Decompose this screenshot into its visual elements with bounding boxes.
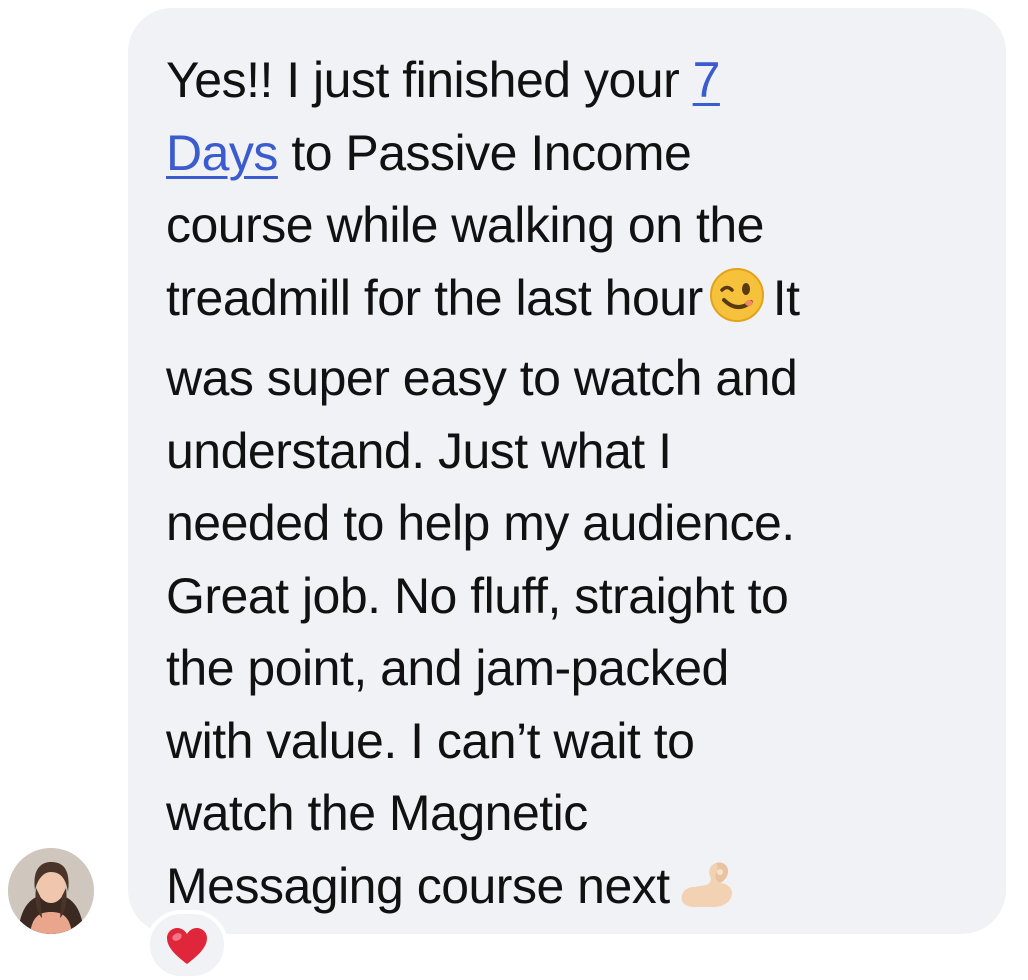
message-text-segment: treadmill for the last hour [166, 269, 703, 326]
heart-reaction[interactable] [146, 910, 228, 980]
message-bubble[interactable]: Yes!! I just finished your 7 Days to Pas… [128, 8, 1006, 934]
course-link[interactable]: 7 [693, 52, 721, 108]
ok-hand-emoji-icon [676, 855, 738, 931]
message-line-5: was super easy to watch and [166, 350, 798, 406]
message-line-10: with value. I can’t wait to [166, 712, 695, 769]
message-text-segment: Messaging course next [166, 857, 670, 914]
avatar-photo [8, 848, 94, 934]
message-line-3: course while walking on the [166, 197, 764, 253]
message-text: Yes!! I just finished your 7 Days to Pas… [166, 44, 986, 930]
message-line-2: Days to Passive Income [166, 117, 986, 190]
sender-avatar[interactable] [8, 848, 94, 934]
winking-face-emoji-icon [709, 267, 765, 343]
message-text-segment: Yes!! I just finished your [166, 52, 693, 108]
message-line-8: Great job. No fluff, straight to [166, 567, 789, 624]
message-line-11: watch the Magnetic [166, 785, 588, 841]
message-line-4: treadmill for the last hour It [166, 262, 986, 343]
message-line-1: Yes!! I just finished your 7 [166, 44, 986, 117]
message-line-9: the point, and jam-packed [166, 640, 729, 696]
message-text-segment: It [772, 269, 800, 326]
message-line-12: Messaging course next [166, 850, 986, 931]
red-heart-icon [165, 926, 209, 971]
course-link[interactable]: Days [166, 125, 278, 181]
message-text-segment: to Passive Income [277, 124, 692, 181]
message-line-7: needed to help my audience. [166, 495, 795, 551]
message-line-6: understand. Just what I [166, 422, 672, 479]
